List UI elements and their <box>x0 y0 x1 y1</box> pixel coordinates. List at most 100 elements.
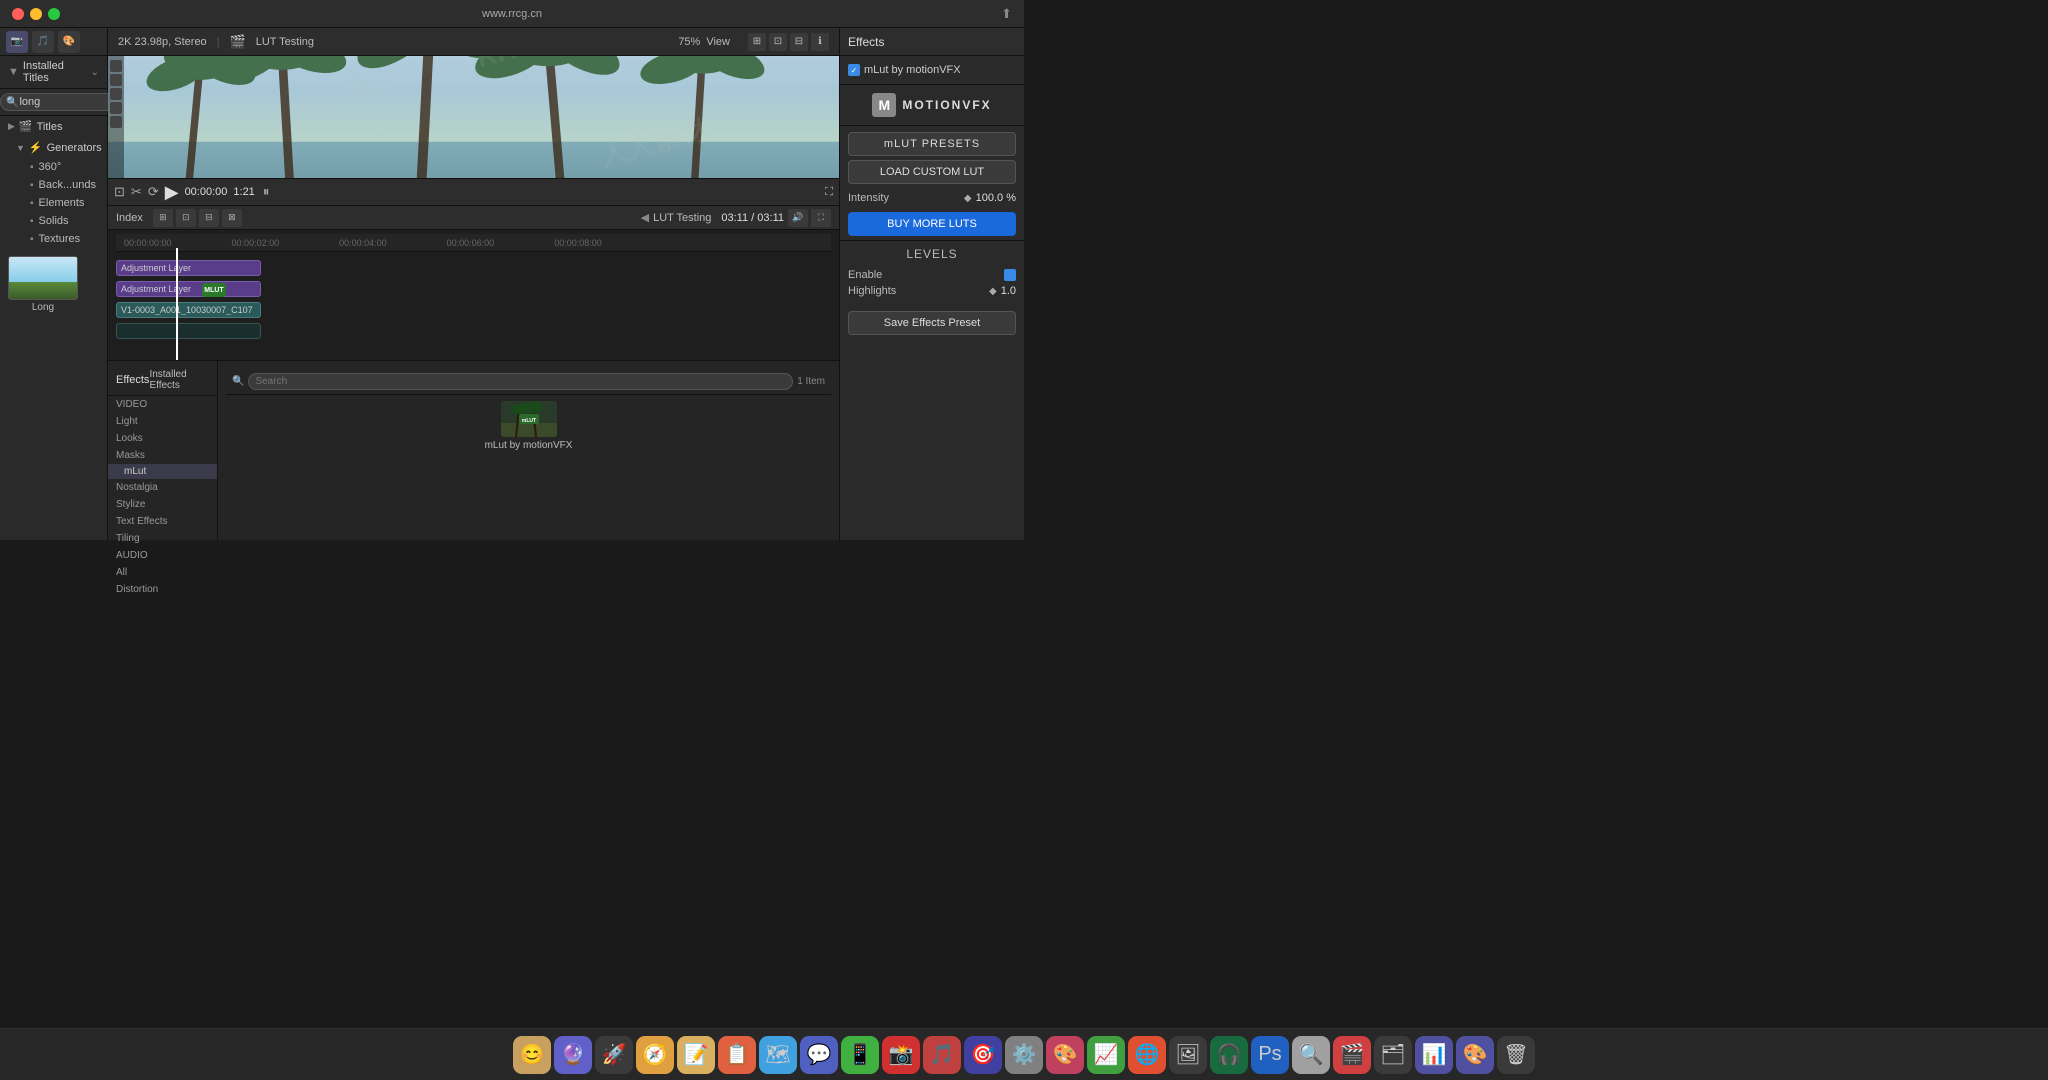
dock-appstore[interactable]: 🎯 <box>964 1036 1002 1074</box>
installed-effects-dropdown[interactable]: Installed Effects <box>149 369 209 391</box>
dock-reminders[interactable]: 📋 <box>718 1036 756 1074</box>
play-button[interactable]: ▶ <box>165 182 179 203</box>
tl-btn-2[interactable]: ⊡ <box>176 209 196 227</box>
preview-resolution: 2K 23.98p, Stereo <box>118 36 207 48</box>
scope-indicator-2[interactable] <box>110 74 122 86</box>
scope-btn2[interactable]: ⊡ <box>769 33 787 51</box>
installed-titles-bar[interactable]: ▼ Installed Titles ⌄ <box>0 56 107 89</box>
dock-ps2[interactable]: 🎨 <box>1456 1036 1494 1074</box>
dock-safari[interactable]: 🧭 <box>636 1036 674 1074</box>
clip-adjustment-1[interactable]: Adjustment Layer <box>116 260 261 276</box>
tl-expand-btn[interactable]: ⛶ <box>811 209 831 227</box>
library-tab-photos[interactable]: 📷 <box>6 31 28 53</box>
library-tab-themes[interactable]: 🎨 <box>58 31 80 53</box>
pause-btn[interactable]: ⏸ <box>263 184 270 200</box>
effects-search-input[interactable] <box>248 373 793 390</box>
dock-photoshop[interactable]: Ps <box>1251 1036 1289 1074</box>
category-looks[interactable]: Looks <box>108 430 217 447</box>
tl-audio-btn[interactable]: 🔊 <box>788 209 808 227</box>
dock-maps[interactable]: 🗺 <box>759 1036 797 1074</box>
scope-indicator-4[interactable] <box>110 102 122 114</box>
clip-video-1[interactable]: V1-0003_A001_10030007_C107 <box>116 302 261 318</box>
thumb-long[interactable]: Long <box>8 256 78 313</box>
category-stylize[interactable]: Stylize <box>108 496 217 513</box>
category-tiling[interactable]: Tiling <box>108 530 217 547</box>
tl-nav-prev[interactable]: ◀ <box>641 211 649 224</box>
effect-enable-checkbox[interactable]: ✓ <box>848 64 860 76</box>
plugin-panel: M MOTIONVFX mLUT PRESETS LOAD CUSTOM LUT… <box>840 85 1024 540</box>
dock-file-manager[interactable]: 🗂 <box>1374 1036 1412 1074</box>
fullscreen-btn[interactable]: ⛶ <box>825 186 833 199</box>
tl-btn-4[interactable]: ⊠ <box>222 209 242 227</box>
dock-rocket[interactable]: 🚀 <box>595 1036 633 1074</box>
info-btn[interactable]: ℹ <box>811 33 829 51</box>
category-mlut[interactable]: mLut <box>108 464 217 479</box>
scope-btn1[interactable]: ⊞ <box>748 33 766 51</box>
titles-header[interactable]: ▶ 🎬 Titles <box>0 116 107 137</box>
library-tab-music[interactable]: 🎵 <box>32 31 54 53</box>
category-masks[interactable]: Masks <box>108 447 217 464</box>
clip-audio-1[interactable] <box>116 323 261 339</box>
library-item-textures[interactable]: ▪ Textures <box>0 230 107 248</box>
library-item-solids[interactable]: ▪ Solids <box>0 212 107 230</box>
load-custom-lut-button[interactable]: LOAD CUSTOM LUT <box>848 160 1016 184</box>
dock-fcpx[interactable]: 🎬 <box>1333 1036 1371 1074</box>
tl-btn-3[interactable]: ⊟ <box>199 209 219 227</box>
buy-more-luts-button[interactable]: BUY MORE LUTS <box>848 212 1016 236</box>
dock-chrome[interactable]: 🌐 <box>1128 1036 1166 1074</box>
category-audio[interactable]: AUDIO <box>108 547 217 564</box>
crop-tool[interactable]: ⊡ <box>114 184 125 200</box>
minimize-button[interactable] <box>30 8 42 20</box>
highlights-row: Highlights ◆ 1.0 <box>848 283 1016 299</box>
track-3: V1-0003_A001_10030007_C107 <box>116 301 831 319</box>
dock-music[interactable]: 🎵 <box>923 1036 961 1074</box>
share-icon[interactable]: ⬆ <box>1001 6 1012 22</box>
dock-trash[interactable]: 🗑 <box>1497 1036 1535 1074</box>
dock-spotify[interactable]: 🎧 <box>1210 1036 1248 1074</box>
save-effects-preset-button[interactable]: Save Effects Preset <box>848 311 1016 335</box>
category-nostalgia[interactable]: Nostalgia <box>108 479 217 496</box>
intensity-keyframe-diamond[interactable]: ◆ <box>964 193 972 204</box>
highlights-diamond[interactable]: ◆ <box>989 286 997 297</box>
library-item-360[interactable]: ▪ 360° <box>0 158 107 176</box>
close-button[interactable] <box>12 8 24 20</box>
maximize-button[interactable] <box>48 8 60 20</box>
dock-notes[interactable]: 📝 <box>677 1036 715 1074</box>
enable-checkbox[interactable] <box>1004 269 1016 281</box>
scope-indicator-1[interactable] <box>110 60 122 72</box>
clip-label-3: V1-0003_A001_10030007_C107 <box>121 305 253 315</box>
dock-facetime[interactable]: 📱 <box>841 1036 879 1074</box>
dock-preview[interactable]: 🖼 <box>1169 1036 1207 1074</box>
category-distortion[interactable]: Distortion <box>108 581 217 598</box>
category-text-effects[interactable]: Text Effects <box>108 513 217 530</box>
category-video[interactable]: VIDEO <box>108 396 217 413</box>
dock-creative-cloud[interactable]: 🎨 <box>1046 1036 1084 1074</box>
clip-adjustment-2[interactable]: Adjustment Layer MLUT <box>116 281 261 297</box>
plugin-logo-text: MOTIONVFX <box>902 98 991 112</box>
preview-project: LUT Testing <box>256 36 314 48</box>
dock-siri[interactable]: 🔮 <box>554 1036 592 1074</box>
speed-tool[interactable]: ⟳ <box>148 184 159 200</box>
scope-indicator-3[interactable] <box>110 88 122 100</box>
trim-tool[interactable]: ✂ <box>131 184 142 200</box>
dock-finder[interactable]: 😊 <box>513 1036 551 1074</box>
scope-btn3[interactable]: ⊟ <box>790 33 808 51</box>
scope-indicator-5[interactable] <box>110 116 122 128</box>
library-item-elements[interactable]: ▪ Elements <box>0 194 107 212</box>
timemark-3: 00:00:06:00 <box>447 238 495 248</box>
category-all[interactable]: All <box>108 564 217 581</box>
effect-mlut-item[interactable]: mLUT mLut by motionVFX <box>485 401 573 451</box>
generators-header[interactable]: ▼ ⚡ Generators <box>0 137 107 158</box>
dock-photos[interactable]: 📸 <box>882 1036 920 1074</box>
dock-stocks[interactable]: 📈 <box>1087 1036 1125 1074</box>
mlut-presets-button[interactable]: mLUT PRESETS <box>848 132 1016 156</box>
category-light[interactable]: Light <box>108 413 217 430</box>
window-controls[interactable] <box>12 8 60 20</box>
dock-settings[interactable]: ⚙️ <box>1005 1036 1043 1074</box>
dock-betterzip[interactable]: 📊 <box>1415 1036 1453 1074</box>
dock-messages[interactable]: 💬 <box>800 1036 838 1074</box>
dock-spotlight[interactable]: 🔍 <box>1292 1036 1330 1074</box>
library-item-backgrounds[interactable]: ▪ Back...unds <box>0 176 107 194</box>
view-dropdown[interactable]: View <box>706 36 730 48</box>
tl-btn-1[interactable]: ⊞ <box>153 209 173 227</box>
